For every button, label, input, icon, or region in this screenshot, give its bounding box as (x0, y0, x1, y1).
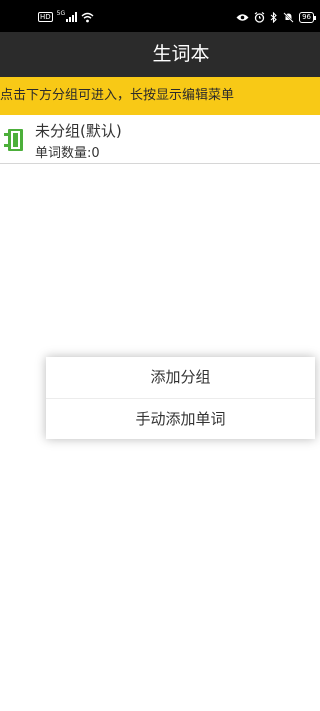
wifi-icon (81, 12, 94, 22)
battery-icon: 96 (299, 11, 316, 23)
group-name: 未分组(默认) (35, 122, 122, 140)
add-group-menu-item[interactable]: 添加分组 (46, 357, 315, 398)
notebook-icon (4, 129, 23, 151)
eye-icon (236, 13, 249, 21)
group-item-default[interactable]: 未分组(默认) 单词数量:0 (0, 115, 320, 164)
page-title: 生词本 (152, 43, 210, 65)
group-word-count: 单词数量:0 (35, 146, 100, 161)
signal-icon (66, 12, 78, 22)
hd-icon: HD (38, 12, 53, 22)
popup-menu: 添加分组 手动添加单词 (46, 357, 315, 439)
hint-banner: 点击下方分组可进入，长按显示编辑菜单 (0, 77, 320, 115)
status-right-icons: 96 (236, 10, 316, 24)
mute-icon (283, 11, 294, 23)
status-bar: HD 5G 96 (0, 0, 320, 32)
status-left-icons: HD 5G (38, 10, 94, 24)
bluetooth-icon (270, 11, 277, 23)
alarm-icon (254, 11, 265, 23)
app-bar: 生词本 (0, 32, 320, 77)
add-word-manually-menu-item[interactable]: 手动添加单词 (46, 399, 315, 440)
network-type-label: 5G (56, 10, 66, 17)
